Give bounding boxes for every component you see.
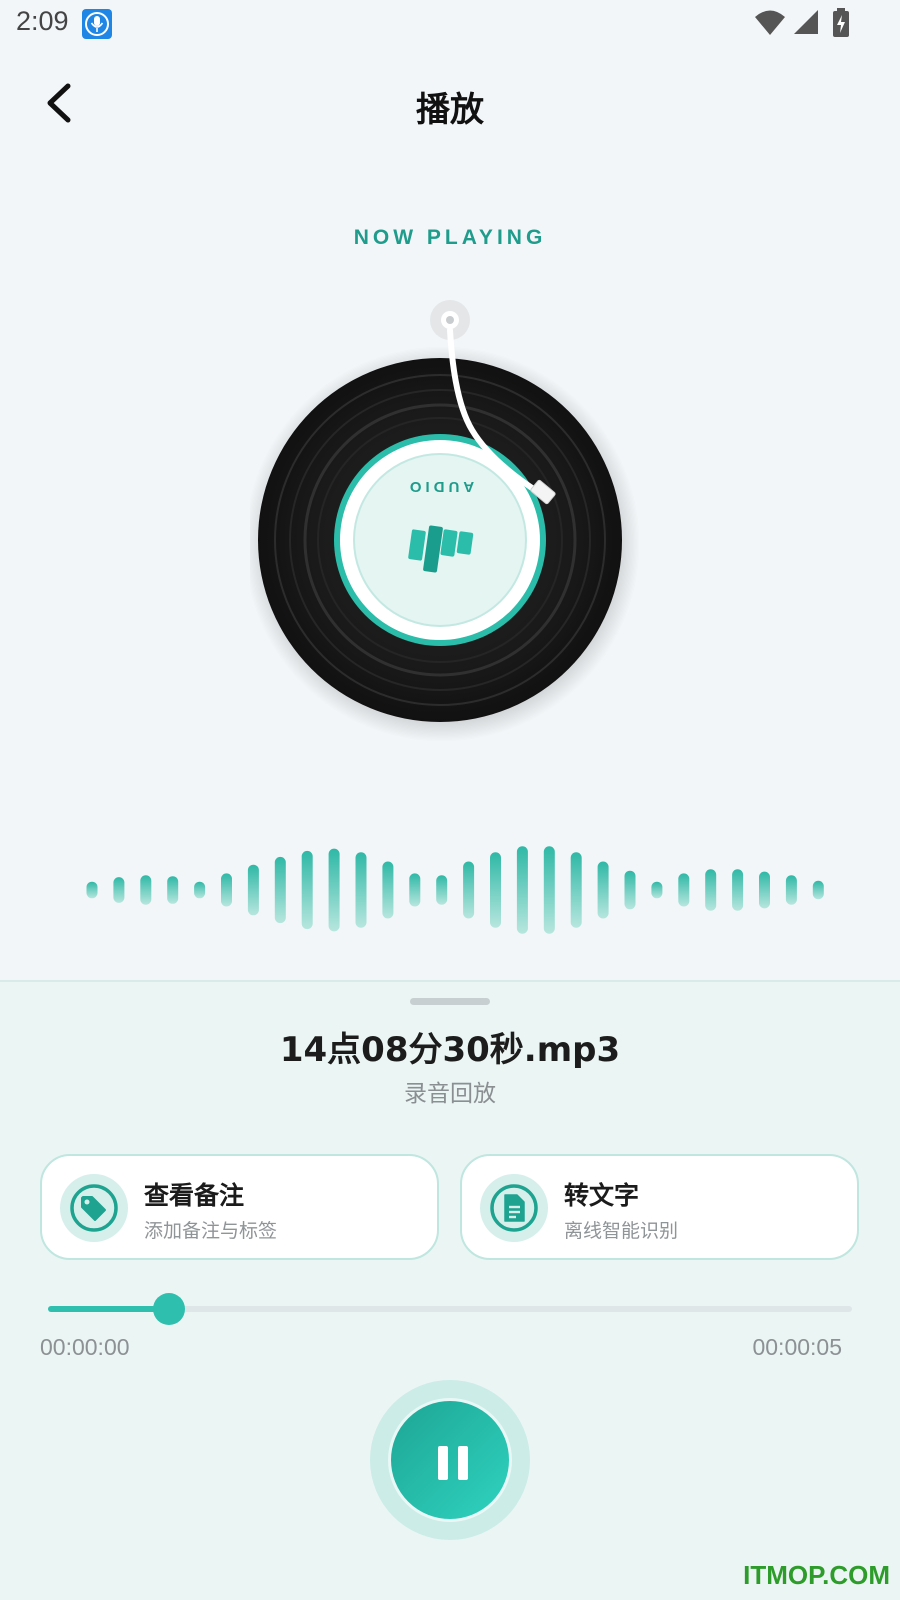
waveform-bar xyxy=(812,880,824,900)
waveform-bar xyxy=(759,871,770,909)
waveform-bar xyxy=(543,846,555,934)
waveform-bar xyxy=(113,877,125,903)
waveform-bar xyxy=(328,848,340,932)
waveform-bar xyxy=(436,875,448,905)
waveform-bar xyxy=(624,870,636,910)
waveform-bar xyxy=(247,864,259,916)
file-name: 14点08分30秒.mp3 xyxy=(279,1030,621,1070)
waveform-bar xyxy=(516,846,528,934)
vinyl-record: AUDIO xyxy=(244,290,650,750)
waveform-bar xyxy=(140,875,152,905)
drag-handle[interactable] xyxy=(410,998,490,1005)
progress-fill xyxy=(48,1306,169,1312)
watermark: ITMOP.COM xyxy=(743,1560,890,1590)
pause-button[interactable] xyxy=(388,1398,512,1522)
tag-icon xyxy=(70,1184,118,1232)
current-time: 00:00:00 xyxy=(40,1334,130,1360)
waveform-bar xyxy=(194,881,206,899)
now-playing-label: NOW PLAYING xyxy=(353,226,547,249)
waveform xyxy=(86,846,824,934)
waveform-bar xyxy=(274,856,286,924)
wifi-icon xyxy=(755,10,785,35)
document-icon xyxy=(490,1184,538,1232)
signal-icon xyxy=(794,10,818,34)
bottom-panel: 14点08分30秒.mp3 录音回放 查看备注 添加备注与标签 转文字 离线智能… xyxy=(0,980,900,1600)
header: 播放 xyxy=(0,58,900,148)
waveform-bar xyxy=(490,852,501,928)
page-title: 播放 xyxy=(416,90,484,130)
waveform-bar xyxy=(678,873,690,907)
status-bar: 2:09 xyxy=(0,0,900,48)
waveform-bar xyxy=(409,873,421,907)
waveform-bar xyxy=(167,876,179,904)
card-icon-circle xyxy=(480,1174,548,1242)
waveform-bar xyxy=(651,881,663,899)
total-time: 00:00:05 xyxy=(752,1334,842,1360)
card-title: 转文字 xyxy=(564,1181,640,1210)
waveform-bar xyxy=(463,861,475,919)
waveform-bar xyxy=(221,873,232,907)
progress-slider[interactable] xyxy=(48,1293,852,1325)
card-description: 离线智能识别 xyxy=(564,1220,679,1242)
card-icon-circle xyxy=(60,1174,128,1242)
waveform-bar xyxy=(355,852,367,928)
battery-charging-icon xyxy=(833,8,849,37)
progress-thumb[interactable] xyxy=(152,1293,185,1325)
waveform-bar xyxy=(86,881,98,899)
waveform-bar xyxy=(705,869,717,911)
view-notes-card[interactable]: 查看备注 添加备注与标签 xyxy=(40,1154,439,1260)
card-description: 添加备注与标签 xyxy=(144,1220,278,1242)
card-title: 查看备注 xyxy=(144,1181,245,1210)
microphone-icon xyxy=(82,9,112,39)
pause-icon xyxy=(438,1446,468,1480)
waveform-bar xyxy=(570,852,582,928)
transcribe-card[interactable]: 转文字 离线智能识别 xyxy=(460,1154,859,1260)
waveform-bar xyxy=(785,875,797,905)
waveform-bar xyxy=(732,869,744,911)
waveform-bar xyxy=(597,861,609,919)
record-label-text: AUDIO xyxy=(406,478,474,495)
waveform-bar xyxy=(382,861,394,919)
waveform-bar xyxy=(301,850,313,930)
file-subtitle: 录音回放 xyxy=(404,1081,496,1107)
status-time: 2:09 xyxy=(16,6,69,36)
